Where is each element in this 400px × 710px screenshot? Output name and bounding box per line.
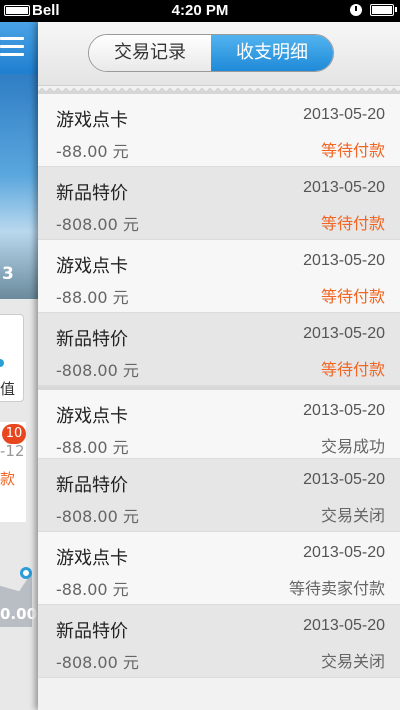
coupon-label: 款 <box>0 470 16 488</box>
transaction-row[interactable]: 游戏点卡 -88.00 元 2013-05-20 交易成功 <box>38 386 400 459</box>
item-status: 交易关闭 <box>320 506 385 525</box>
chart-point[interactable] <box>20 567 32 579</box>
item-status: 等待付款 <box>320 360 385 379</box>
item-name: 游戏点卡 <box>56 256 128 277</box>
status-bar: Bell 4:20 PM <box>0 0 400 22</box>
chart-value: 0.00 <box>0 605 38 623</box>
transaction-row[interactable]: 游戏点卡 -88.00 元 2013-05-20 等待付款 <box>38 94 400 167</box>
item-date: 2013-05-20 <box>303 179 385 196</box>
item-date: 2013-05-20 <box>303 252 385 269</box>
item-amount: -88.00 元 <box>56 142 129 161</box>
clock: 4:20 PM <box>171 2 229 19</box>
item-status: 交易关闭 <box>320 652 385 671</box>
item-amount: -88.00 元 <box>56 580 129 599</box>
item-name: 新品特价 <box>56 183 128 204</box>
status-icons <box>350 4 397 16</box>
menu-button[interactable] <box>0 22 38 74</box>
item-name: 新品特价 <box>56 621 128 642</box>
transaction-row[interactable]: 新品特价 -808.00 元 2013-05-20 交易关闭 <box>38 459 400 532</box>
coupon-code: -12 <box>0 442 25 460</box>
rotation-lock-icon <box>350 4 362 16</box>
item-date: 2013-05-20 <box>303 544 385 561</box>
item-date: 2013-05-20 <box>303 471 385 488</box>
item-status: 等待付款 <box>320 141 385 160</box>
transaction-list: 游戏点卡 -88.00 元 2013-05-20 等待付款 新品特价 -808.… <box>38 94 400 678</box>
item-status: 等待付款 <box>320 287 385 306</box>
item-status: 交易成功 <box>320 437 385 456</box>
transaction-row[interactable]: 新品特价 -808.00 元 2013-05-20 等待付款 <box>38 167 400 240</box>
item-status: 等待卖家付款 <box>288 579 385 598</box>
recharge-label: 值 <box>0 380 16 398</box>
item-name: 新品特价 <box>56 329 128 350</box>
banner-number: 3 <box>2 264 14 284</box>
nav-bar: 交易记录 收支明细 <box>38 22 400 86</box>
item-amount: -808.00 元 <box>56 361 139 380</box>
main-panel: 交易记录 收支明细 游戏点卡 -88.00 元 2013-05-20 等待付款 … <box>38 22 400 710</box>
item-amount: -808.00 元 <box>56 653 139 672</box>
item-date: 2013-05-20 <box>303 325 385 342</box>
battery-icon <box>370 4 397 16</box>
transaction-row[interactable]: 新品特价 -808.00 元 2013-05-20 等待付款 <box>38 313 400 386</box>
item-amount: -88.00 元 <box>56 438 129 457</box>
item-name: 游戏点卡 <box>56 110 128 131</box>
item-amount: -808.00 元 <box>56 507 139 526</box>
tab-transaction-records[interactable]: 交易记录 <box>89 35 211 71</box>
item-name: 游戏点卡 <box>56 548 128 569</box>
item-date: 2013-05-20 <box>303 402 385 419</box>
segmented-control: 交易记录 收支明细 <box>88 34 334 72</box>
tab-income-expense[interactable]: 收支明细 <box>211 35 333 71</box>
transaction-row[interactable]: 新品特价 -808.00 元 2013-05-20 交易关闭 <box>38 605 400 678</box>
transaction-row[interactable]: 游戏点卡 -88.00 元 2013-05-20 等待付款 <box>38 240 400 313</box>
item-date: 2013-05-20 <box>303 106 385 123</box>
item-name: 游戏点卡 <box>56 406 128 427</box>
item-name: 新品特价 <box>56 475 128 496</box>
item-status: 等待付款 <box>320 214 385 233</box>
transaction-row[interactable]: 游戏点卡 -88.00 元 2013-05-20 等待卖家付款 <box>38 532 400 605</box>
notification-badge: 10 <box>2 424 26 444</box>
item-amount: -808.00 元 <box>56 215 139 234</box>
item-date: 2013-05-20 <box>303 617 385 634</box>
side-panel: 3 值 10 -12 款 0.00 6月 <box>0 22 38 710</box>
item-amount: -88.00 元 <box>56 288 129 307</box>
